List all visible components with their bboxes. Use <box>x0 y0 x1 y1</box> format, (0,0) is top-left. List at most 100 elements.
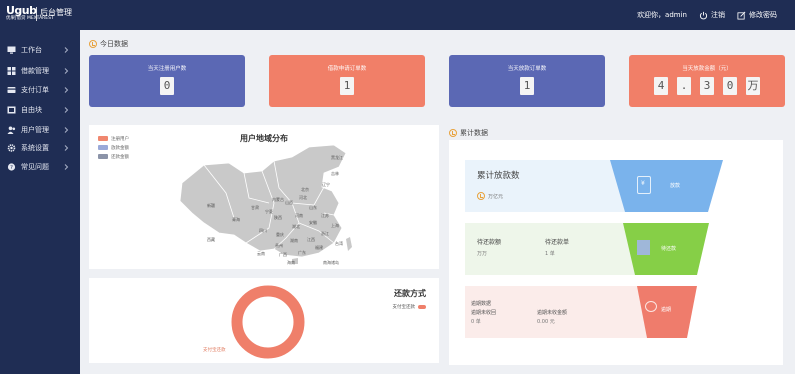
logo-divider <box>36 7 37 21</box>
change-password-label: 修改密码 <box>749 11 777 19</box>
legend-swatch <box>98 154 108 159</box>
app-title: 后台管理 <box>40 8 72 17</box>
province-label: 北京 <box>301 187 309 192</box>
row-value: 0.00 元 <box>537 319 555 325</box>
province-label: 湖北 <box>292 224 300 229</box>
province-label: 上海 <box>331 223 339 228</box>
funnel-row-overdue[interactable]: 逾期数据 逾期未收回 0 单 逾期未收金额 0.00 元 逾期 <box>465 286 770 338</box>
change-password-button[interactable]: 修改密码 <box>737 10 777 20</box>
stat-digit: 4 <box>654 77 668 95</box>
logo[interactable]: Ugub 优果|借贷 MEXTAREST 后台管理 <box>6 5 74 25</box>
funnel-row-pending-repayment[interactable]: 待还款额 万万 待还款单 1 单 待还款 <box>465 223 770 275</box>
welcome-text: 欢迎你，admin <box>637 11 687 19</box>
sidebar-item-payments[interactable]: 支付订单 <box>0 81 80 99</box>
stat-digit: 3 <box>700 77 714 95</box>
main-content: 今日数据 当天注册用户数 0 借款申请订单数 1 当天放款订单数 1 当天放款金… <box>80 30 795 374</box>
chevron-right-icon <box>64 47 69 53</box>
province-label: 陕西 <box>274 215 282 220</box>
funnel-row-total-loans[interactable]: 累计放款数 万亿元 ¥ 放款 <box>465 160 770 212</box>
block-icon <box>7 106 16 114</box>
stat-card-loan-orders[interactable]: 当天放款订单数 1 <box>449 55 605 107</box>
province-label: 广东 <box>298 250 306 255</box>
card-icon <box>7 87 16 93</box>
row-background <box>465 223 645 275</box>
sidebar-item-settings[interactable]: 系统设置 <box>0 139 80 157</box>
logout-label: 注销 <box>711 11 725 19</box>
sidebar-item-label: 借款管理 <box>21 67 49 75</box>
sidebar-item-faq[interactable]: ? 常见问题 <box>0 158 80 176</box>
repayment-legend[interactable]: 支付宝还款 <box>392 304 426 310</box>
legend-label: 支付宝还款 <box>392 305 416 310</box>
province-label: 河北 <box>299 195 307 200</box>
top-bar: Ugub 优果|借贷 MEXTAREST 后台管理 欢迎你，admin 注销 修… <box>0 0 795 30</box>
repayment-donut-chart[interactable] <box>229 283 307 361</box>
province-label: 宁夏 <box>265 209 273 214</box>
chevron-right-icon <box>64 87 69 93</box>
row-label: 逾期未收回 <box>471 310 497 316</box>
stat-card-registered-users[interactable]: 当天注册用户数 0 <box>89 55 245 107</box>
row-sub: 万亿元 <box>488 194 504 200</box>
stat-digit: 1 <box>520 77 534 95</box>
alarm-icon <box>645 301 657 312</box>
sidebar-item-users[interactable]: 用户管理 <box>0 121 80 139</box>
stat-digit: 0 <box>723 77 737 95</box>
stat-card-loan-amount[interactable]: 当天放款金额（元） 4 . 3 0 万 <box>629 55 785 107</box>
repayment-method-panel: 支付宝还款 还款方式 支付宝还款 <box>89 278 439 363</box>
province-label: 广西 <box>279 252 287 257</box>
province-label: 福建 <box>315 245 323 250</box>
sidebar-item-label: 系统设置 <box>21 144 49 152</box>
row-value: 1 单 <box>545 251 555 257</box>
province-label: 台湾 <box>335 241 343 246</box>
legend-swatch <box>418 305 426 309</box>
stat-digit: 万 <box>746 77 760 95</box>
province-label: 山西 <box>285 200 293 205</box>
province-label: 贵州 <box>275 243 283 248</box>
clock-icon <box>449 129 457 137</box>
sidebar-item-workbench[interactable]: 工作台 <box>0 41 80 59</box>
coin-icon <box>477 192 485 200</box>
legend-item[interactable]: 还款金额 <box>98 152 129 161</box>
province-label: 青海 <box>232 217 240 222</box>
funnel-label: 待还款 <box>661 246 677 252</box>
province-label: 吉林 <box>331 171 339 176</box>
province-label: 内蒙古 <box>272 197 284 202</box>
stat-digit: 1 <box>340 77 354 95</box>
province-label: 西藏 <box>207 237 215 242</box>
province-label: 河南 <box>295 213 303 218</box>
legend-item[interactable]: 放款金额 <box>98 143 129 152</box>
logout-button[interactable]: 注销 <box>699 10 725 20</box>
province-label: 安徽 <box>309 220 317 225</box>
chevron-right-icon <box>64 127 69 133</box>
stat-card-loan-applications[interactable]: 借款申请订单数 1 <box>269 55 425 107</box>
row-label: 待还款额 <box>477 239 502 246</box>
document-icon <box>637 240 650 255</box>
cumulative-data-title: 累计数据 <box>460 129 488 137</box>
yen-symbol: ¥ <box>641 180 645 187</box>
funnel-label: 逾期 <box>661 307 672 313</box>
province-label: 海南 <box>287 260 295 265</box>
sidebar-item-free-block[interactable]: 自由块 <box>0 101 80 119</box>
sidebar-item-loans[interactable]: 借款管理 <box>0 62 80 80</box>
row-label: 逾期未收金额 <box>537 310 568 316</box>
edit-icon <box>737 11 746 20</box>
monitor-icon <box>7 46 16 54</box>
row-value: 万万 <box>477 251 488 257</box>
row-title: 累计放款数 <box>477 171 520 181</box>
china-map[interactable] <box>174 143 384 268</box>
stat-digit: 0 <box>160 77 174 95</box>
legend-swatch <box>98 145 108 150</box>
svg-text:?: ? <box>10 165 13 171</box>
donut-slice-label: 支付宝还款 <box>203 348 226 353</box>
province-label: 甘肃 <box>251 205 259 210</box>
chevron-right-icon <box>64 145 69 151</box>
province-label: 云南 <box>257 251 265 256</box>
chevron-right-icon <box>64 107 69 113</box>
user-region-map-panel: 注册用户 放款金额 还款金额 用户地域分布 新疆 西藏 青海 甘肃 内蒙古 黑龙… <box>89 125 439 269</box>
stat-digits: 0 <box>89 77 245 95</box>
grid-icon <box>7 67 16 75</box>
users-icon <box>7 126 16 134</box>
gear-icon <box>7 144 16 152</box>
stat-label: 借款申请订单数 <box>327 66 367 72</box>
stat-digits: 4 . 3 0 万 <box>629 77 785 95</box>
legend-label: 放款金额 <box>111 145 129 151</box>
